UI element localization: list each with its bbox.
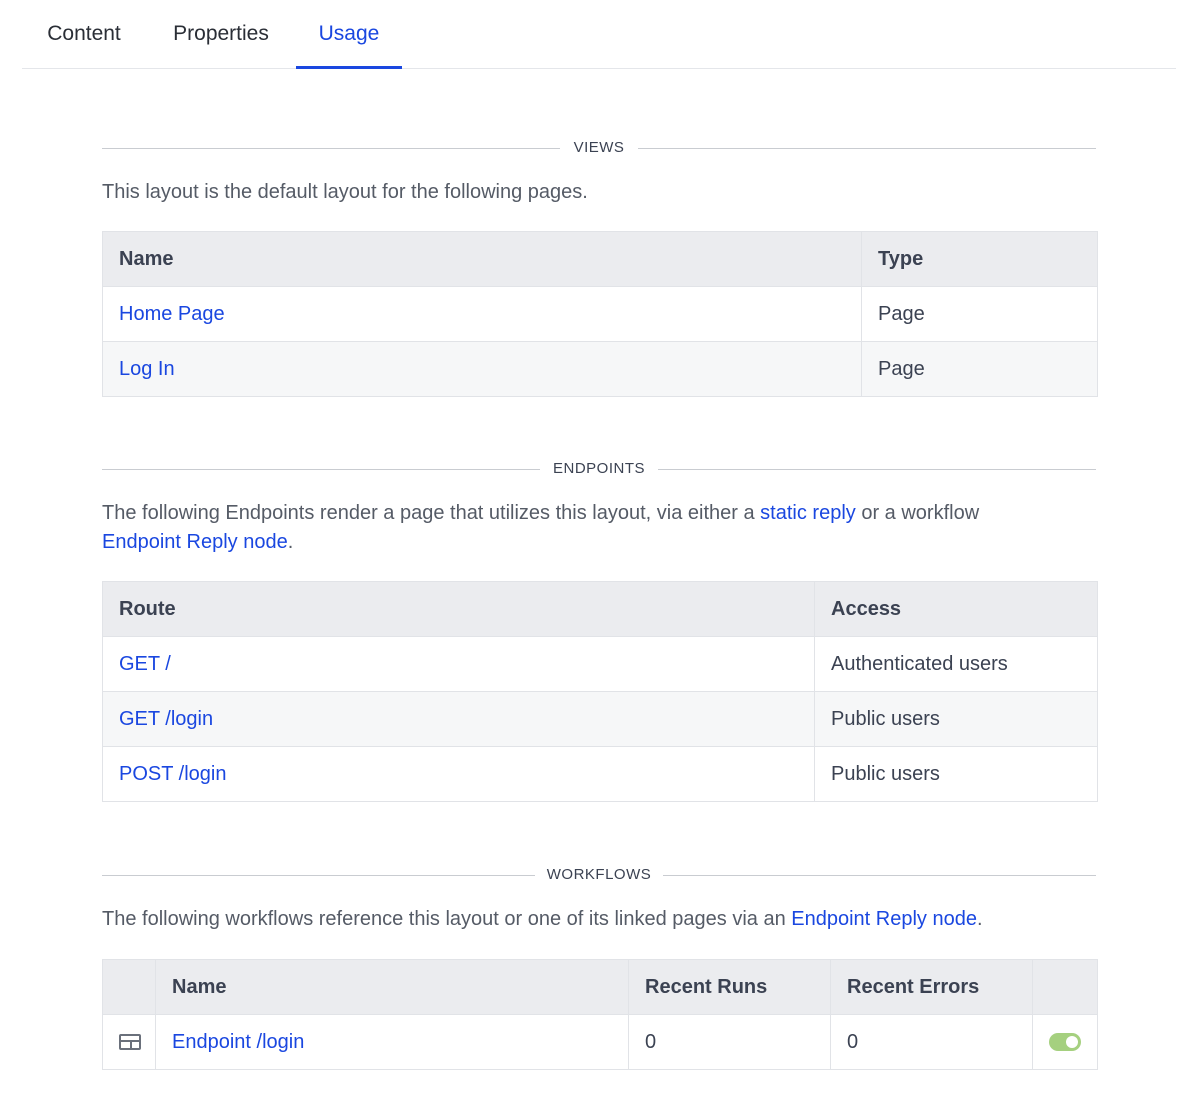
table-header-row: Name Recent Runs Recent Errors [102, 959, 1098, 1015]
description-text: . [287, 531, 294, 553]
column-header-access: Access [814, 581, 1098, 637]
workflows-section-divider: WORKFLOWS [102, 864, 1096, 886]
table-row: POST /login Public users [102, 746, 1098, 802]
column-header-name: Name [102, 231, 862, 287]
page-link-home-page[interactable]: Home Page [102, 286, 862, 342]
column-header-route: Route [102, 581, 815, 637]
workflows-description: The following workflows reference this l… [102, 905, 1096, 934]
description-text: The following workflows reference this l… [102, 908, 792, 930]
toggle-cell [1032, 1014, 1098, 1070]
views-section-divider: VIEWS [102, 137, 1096, 159]
tab-content[interactable]: Content [22, 0, 146, 68]
workflow-enabled-toggle[interactable] [1049, 1033, 1081, 1052]
description-text: or a workflow [855, 502, 980, 524]
table-row: Endpoint /login 0 0 [102, 1014, 1098, 1070]
route-link[interactable]: GET /login [102, 691, 815, 747]
description-text: The following Endpoints render a page th… [102, 502, 761, 524]
tab-properties[interactable]: Properties [158, 0, 284, 68]
recent-errors: 0 [830, 1014, 1033, 1070]
endpoints-section-divider: ENDPOINTS [102, 458, 1096, 480]
endpoints-description: The following Endpoints render a page th… [102, 499, 1096, 557]
column-header-name: Name [155, 959, 629, 1015]
route-link[interactable]: POST /login [102, 746, 815, 802]
table-header-row: Name Type [102, 231, 1098, 287]
tab-usage[interactable]: Usage [296, 0, 402, 69]
endpoints-table: Route Access GET / Authenticated users G… [102, 581, 1098, 802]
table-row: Log In Page [102, 341, 1098, 397]
endpoint-reply-node-link[interactable]: Endpoint Reply node [791, 908, 977, 930]
workflow-icon [119, 1034, 141, 1051]
page-link-log-in[interactable]: Log In [102, 341, 862, 397]
table-row: GET / Authenticated users [102, 636, 1098, 692]
workflows-table: Name Recent Runs Recent Errors Endpoint … [102, 959, 1098, 1070]
endpoints-heading: ENDPOINTS [552, 460, 645, 477]
static-reply-link[interactable]: static reply [760, 502, 856, 524]
views-heading: VIEWS [573, 139, 625, 156]
route-link[interactable]: GET / [102, 636, 815, 692]
views-description: This layout is the default layout for th… [102, 181, 588, 203]
tab-bar: Content Properties Usage [22, 0, 1176, 69]
access-level: Authenticated users [814, 636, 1098, 692]
workflows-heading: WORKFLOWS [546, 866, 652, 883]
table-row: GET /login Public users [102, 691, 1098, 747]
workflow-icon-cell [102, 1014, 156, 1070]
page-type: Page [861, 341, 1098, 397]
endpoint-reply-node-link[interactable]: Endpoint Reply node [102, 531, 288, 553]
access-level: Public users [814, 691, 1098, 747]
column-header-toggle [1032, 959, 1098, 1015]
column-header-recent-runs: Recent Runs [628, 959, 831, 1015]
workflow-link[interactable]: Endpoint /login [155, 1014, 629, 1070]
table-header-row: Route Access [102, 581, 1098, 637]
recent-runs: 0 [628, 1014, 831, 1070]
access-level: Public users [814, 746, 1098, 802]
column-header-icon [102, 959, 156, 1015]
views-table: Name Type Home Page Page Log In Page [102, 231, 1098, 397]
description-text: . [976, 908, 983, 930]
column-header-type: Type [861, 231, 1098, 287]
table-row: Home Page Page [102, 286, 1098, 342]
page-type: Page [861, 286, 1098, 342]
column-header-recent-errors: Recent Errors [830, 959, 1033, 1015]
